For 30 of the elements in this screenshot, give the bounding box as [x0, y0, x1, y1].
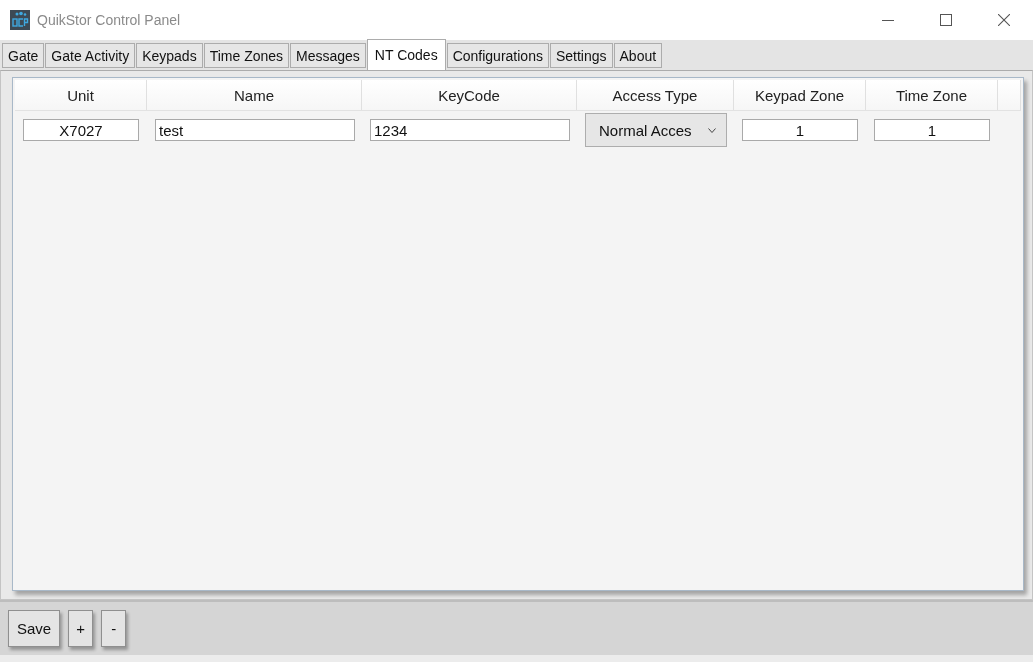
input-field[interactable]: X7027 [23, 119, 139, 141]
access-type-dropdown[interactable]: Normal Acces [585, 113, 727, 147]
tab[interactable]: Time Zones [203, 43, 290, 68]
input-field[interactable]: 1 [874, 119, 990, 141]
toolbar-button[interactable]: + [68, 610, 94, 647]
input-field[interactable]: 1234 [370, 119, 570, 141]
column-header[interactable]: Access Type [577, 80, 734, 110]
tab[interactable]: Configurations [446, 43, 549, 68]
column-header[interactable]: Name [147, 80, 362, 110]
app-logo-icon [10, 10, 30, 30]
tab[interactable]: NT Codes [366, 39, 446, 70]
column-header[interactable]: Time Zone [866, 80, 998, 110]
column-header[interactable]: Unit [15, 80, 147, 110]
close-icon [998, 14, 1010, 26]
input-field[interactable]: test [155, 119, 355, 141]
tab[interactable]: Messages [290, 43, 366, 68]
toolbar-button[interactable]: - [101, 610, 127, 647]
tab[interactable]: Gate [2, 43, 45, 68]
column-header[interactable]: KeyCode [362, 80, 577, 110]
tab[interactable]: Keypads [136, 43, 203, 68]
window-title: QuikStor Control Panel [37, 12, 181, 28]
minimize-icon [882, 19, 894, 21]
toolbar-button[interactable]: Save [8, 610, 61, 647]
tab[interactable]: Settings [549, 43, 613, 68]
tab[interactable]: About [613, 43, 663, 68]
tab[interactable]: Gate Activity [45, 43, 136, 68]
maximize-icon [940, 14, 952, 26]
column-header[interactable]: Keypad Zone [734, 80, 866, 110]
input-field[interactable]: 1 [742, 119, 858, 141]
chevron-down-icon [708, 127, 716, 133]
